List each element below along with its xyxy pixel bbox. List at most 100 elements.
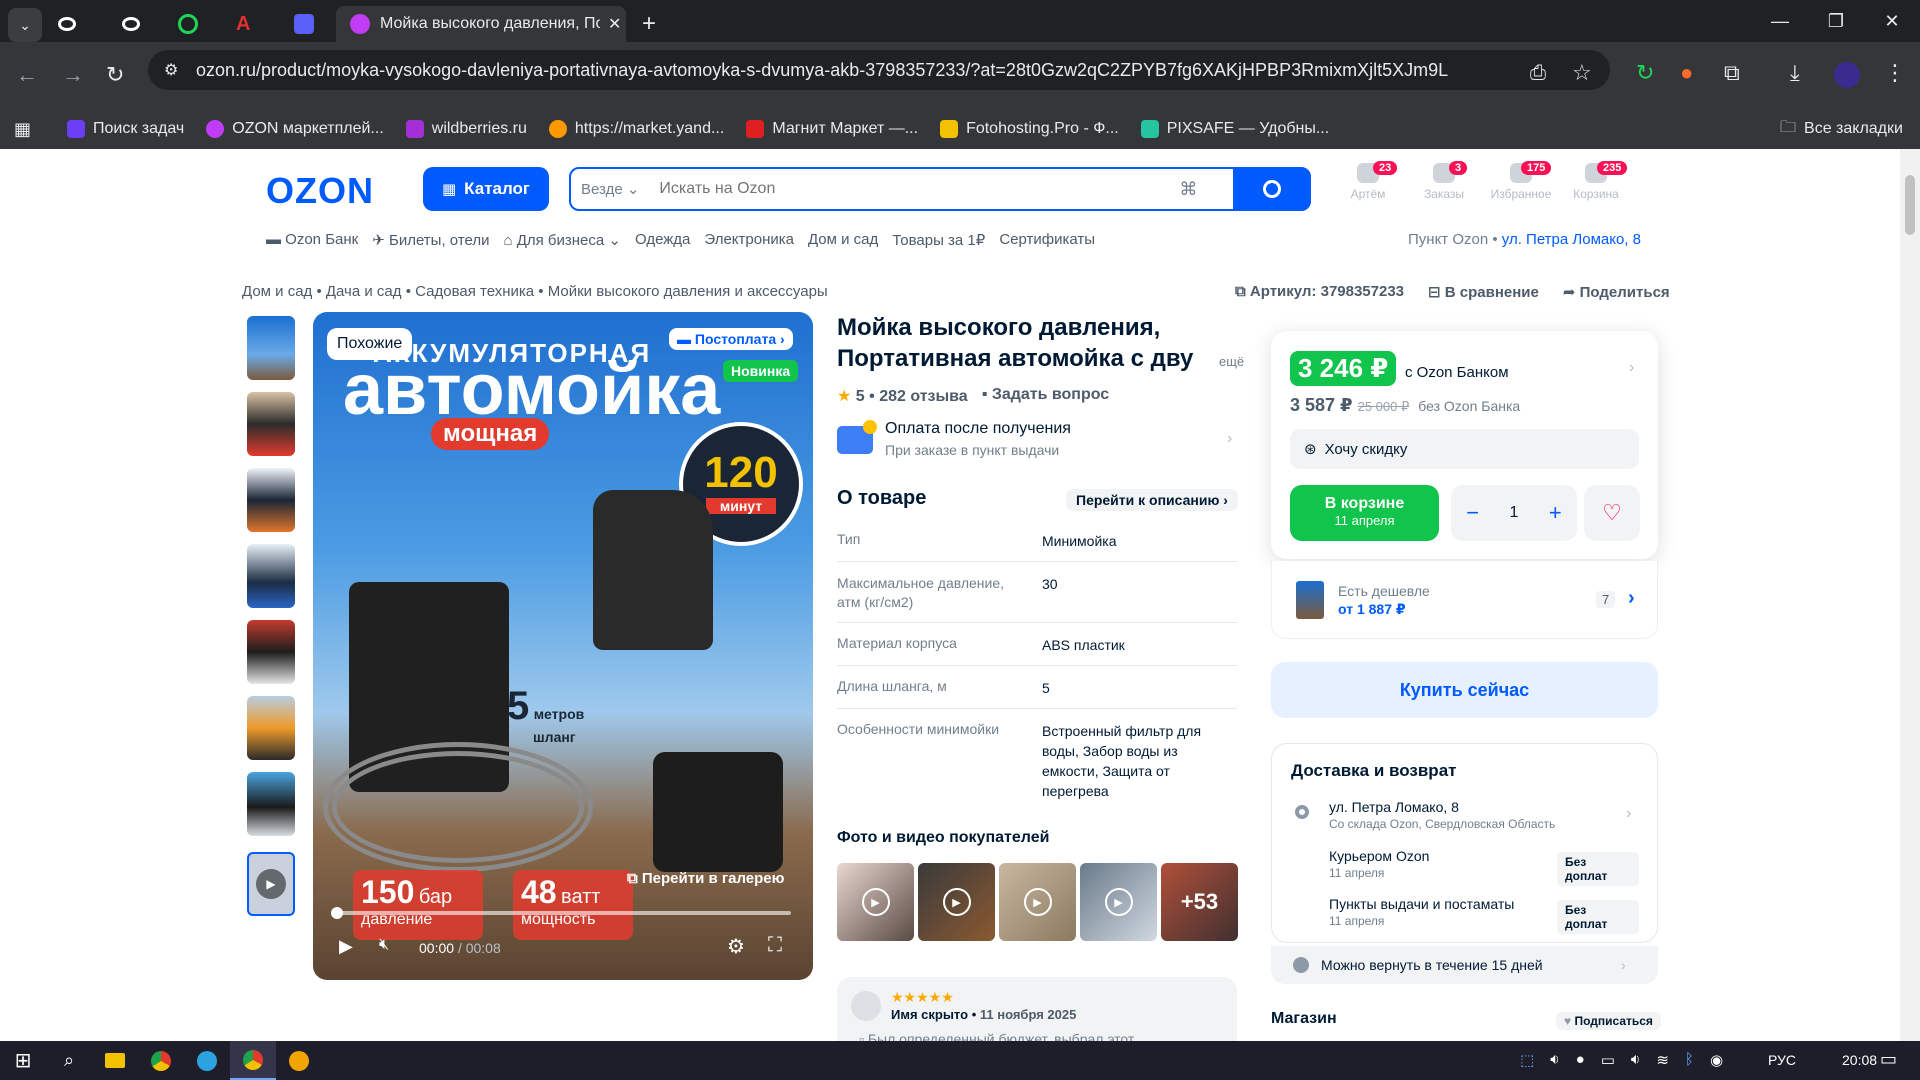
minimize-button[interactable]: —: [1752, 0, 1808, 42]
tab-4[interactable]: A: [236, 6, 276, 42]
close-window-button[interactable]: ✕: [1864, 0, 1920, 42]
subnav-bank[interactable]: ▬ Ozon Банк: [266, 231, 358, 249]
pickup-option[interactable]: Пункты выдачи и постаматы 11 апреля Без …: [1329, 896, 1639, 936]
scrollbar[interactable]: [1900, 149, 1920, 1041]
crumb-1[interactable]: Дом и сад: [242, 283, 312, 300]
article-number[interactable]: ⧉ Артикул: 3798357233: [1235, 283, 1404, 301]
bookmark-6[interactable]: Fotohosting.Pro - Ф...: [940, 120, 1119, 138]
extension-orange-icon[interactable]: ●: [1680, 60, 1693, 86]
screen-icon[interactable]: ⬚: [1520, 1051, 1534, 1069]
subnav-certificates[interactable]: Сертификаты: [999, 231, 1095, 249]
thumbnail-2[interactable]: [247, 392, 295, 456]
customer-photo[interactable]: ▶: [837, 863, 914, 941]
thumbnail-4[interactable]: [247, 544, 295, 608]
clock[interactable]: 20:08: [1842, 1052, 1877, 1068]
fullscreen-icon[interactable]: ⛶: [768, 934, 782, 957]
language-indicator[interactable]: РУС: [1768, 1052, 1796, 1068]
video-progress-handle[interactable]: [331, 907, 343, 919]
back-icon[interactable]: ←: [16, 62, 38, 88]
scrollbar-thumb[interactable]: [1905, 175, 1915, 235]
start-button[interactable]: ⊞: [0, 1041, 46, 1080]
return-policy[interactable]: Можно вернуть в течение 15 дней ›: [1271, 946, 1658, 984]
play-button[interactable]: ▶: [339, 936, 353, 957]
bookmark-2[interactable]: OZON маркетплей...: [206, 120, 384, 138]
nav-orders[interactable]: 3 Заказы: [1409, 161, 1479, 201]
bookmark-5[interactable]: Магнит Маркет —...: [746, 120, 918, 138]
in-cart-button[interactable]: В корзине 11 апреля: [1290, 485, 1439, 541]
chevron-right-icon[interactable]: ›: [1629, 359, 1634, 377]
payment-info[interactable]: Оплата после получения При заказе в пунк…: [837, 420, 1237, 464]
favorite-button[interactable]: ♡: [1584, 485, 1640, 541]
buy-now-button[interactable]: Купить сейчас: [1271, 662, 1658, 718]
pickup-point[interactable]: Пункт Ozon • ул. Петра Ломако, 8: [1408, 231, 1641, 248]
share-button[interactable]: ➦ Поделиться: [1563, 283, 1670, 301]
apps-icon[interactable]: ▦: [14, 119, 31, 140]
rating[interactable]: ★ 5 • 282 отзыва: [837, 386, 968, 406]
subnav-home[interactable]: Дом и сад: [808, 231, 878, 249]
bluetooth-icon[interactable]: ᛒ: [1685, 1051, 1694, 1069]
mute-icon[interactable]: 🔇︎: [379, 936, 389, 954]
search-input[interactable]: [659, 180, 1180, 198]
tab-5[interactable]: [294, 6, 334, 42]
notifications-icon[interactable]: ▭: [1880, 1049, 1897, 1070]
delivery-address[interactable]: ул. Петра Ломако, 8 Со склада Ozon, Свер…: [1291, 799, 1641, 835]
want-discount-button[interactable]: ⊛ Хочу скидку: [1290, 429, 1639, 469]
search-taskbar-icon[interactable]: ⌕: [46, 1041, 92, 1080]
star-icon[interactable]: ☆: [1572, 60, 1592, 86]
search-button[interactable]: [1233, 167, 1311, 211]
extension-green-icon[interactable]: ↻: [1636, 60, 1654, 86]
camera-icon[interactable]: ⌘: [1179, 179, 1197, 200]
restore-button[interactable]: ❐: [1808, 0, 1864, 42]
volume-icon[interactable]: 🔉︎: [1550, 1051, 1559, 1069]
bookmark-7[interactable]: PIXSAFE — Удобны...: [1140, 120, 1329, 138]
settings-gear-icon[interactable]: ⚙: [727, 934, 745, 959]
subnav-clothes[interactable]: Одежда: [635, 231, 690, 249]
similar-button[interactable]: Похожие: [327, 328, 413, 360]
nav-cart[interactable]: 235 Корзина: [1561, 161, 1631, 201]
thumbnail-3[interactable]: [247, 468, 295, 532]
subnav-1rub[interactable]: Товары за 1₽: [892, 231, 985, 249]
nav-favorites[interactable]: 175 Избранное: [1485, 161, 1557, 201]
customer-photo[interactable]: ▶: [1080, 863, 1157, 941]
ask-question[interactable]: ▪ Задать вопрос: [982, 386, 1110, 406]
main-product-video[interactable]: АККУМУЛЯТОРНАЯ автомойка мощная 120 мину…: [313, 312, 813, 980]
app-icon[interactable]: [276, 1041, 322, 1080]
gallery-link[interactable]: ⧉ Перейти в галерею: [627, 870, 784, 887]
courier-option[interactable]: Курьером Ozon 11 апреля Без доплат: [1329, 848, 1639, 888]
cheaper-offers[interactable]: Есть дешевле от 1 887 ₽ 7 ›: [1271, 561, 1658, 639]
reload-icon[interactable]: ↻: [106, 62, 124, 88]
customer-photo[interactable]: ▶: [999, 863, 1076, 941]
title-more-link[interactable]: ещё: [1211, 354, 1245, 369]
steam-icon[interactable]: ●: [1576, 1051, 1585, 1069]
crumb-4[interactable]: Мойки высокого давления и аксессуары: [548, 283, 828, 300]
customer-photo[interactable]: ▶: [918, 863, 995, 941]
tab-3[interactable]: [178, 6, 218, 42]
menu-icon[interactable]: ⋮: [1884, 60, 1906, 86]
all-bookmarks[interactable]: 🗀 Все закладки: [1780, 116, 1903, 143]
bookmark-3[interactable]: wildberries.ru: [405, 120, 527, 138]
install-icon[interactable]: ⎙: [1530, 62, 1546, 85]
close-tab-icon[interactable]: ✕: [608, 14, 621, 34]
decrease-button[interactable]: −: [1466, 500, 1479, 526]
chrome-active-icon[interactable]: [230, 1041, 276, 1080]
bookmark-1[interactable]: Поиск задач: [67, 120, 184, 138]
thumbnail-6[interactable]: [247, 696, 295, 760]
file-explorer-icon[interactable]: [92, 1041, 138, 1080]
thumbnail-7[interactable]: [247, 772, 295, 836]
subnav-business[interactable]: ⌂ Для бизнеса ⌄: [503, 231, 621, 249]
chrome-icon[interactable]: [138, 1041, 184, 1080]
video-progress-bar[interactable]: [335, 911, 791, 915]
thumbnail-video[interactable]: ▶: [247, 852, 295, 916]
tab-active[interactable]: Мойка высокого давления, По ✕: [336, 6, 626, 42]
forward-icon[interactable]: →: [62, 62, 84, 88]
download-icon[interactable]: ⤓: [1790, 60, 1800, 86]
catalog-button[interactable]: ▦ Каталог: [423, 167, 549, 211]
chrome-tray-icon[interactable]: ◉: [1710, 1051, 1723, 1069]
goto-description[interactable]: Перейти к описанию ›: [1066, 489, 1238, 511]
compare-button[interactable]: ⊟ В сравнение: [1428, 283, 1539, 301]
crumb-2[interactable]: Дача и сад: [326, 283, 402, 300]
subnav-tickets[interactable]: ✈ Билеты, отели: [372, 231, 489, 249]
bookmark-4[interactable]: https://market.yand...: [548, 120, 724, 138]
thumbnail-5[interactable]: [247, 620, 295, 684]
tab-2[interactable]: [122, 6, 162, 42]
